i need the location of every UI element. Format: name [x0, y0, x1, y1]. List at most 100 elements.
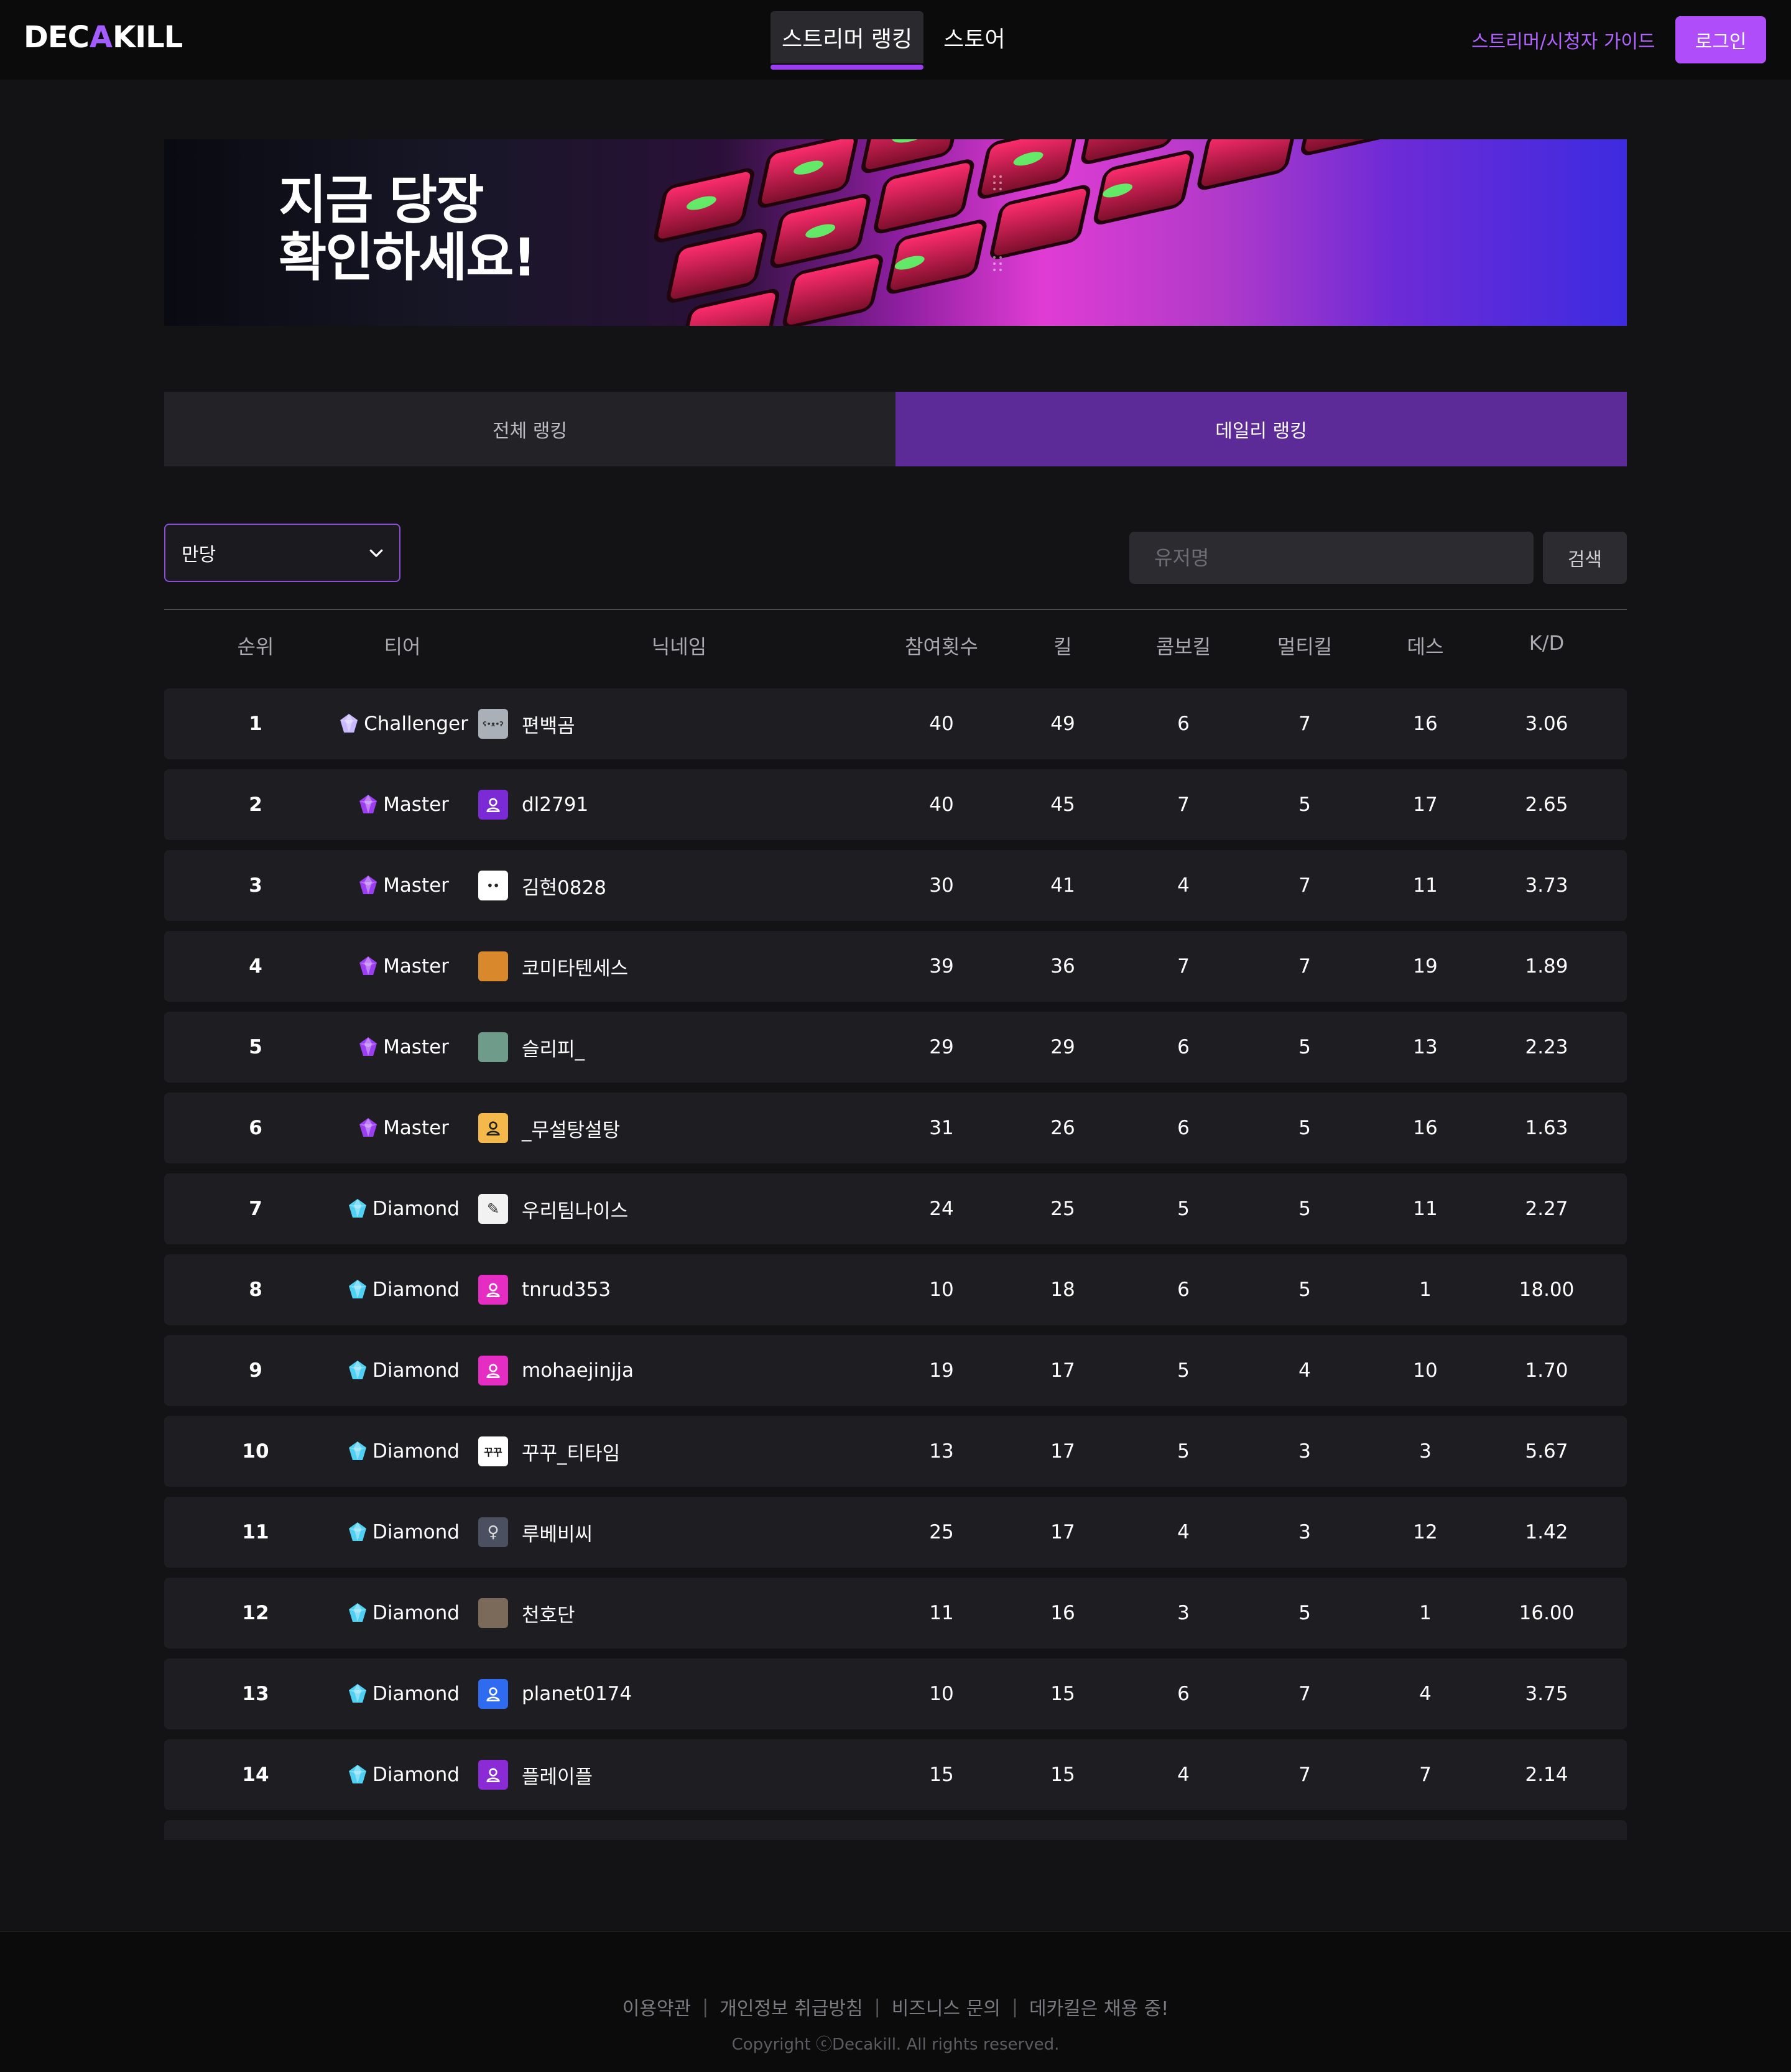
avatar-image: ✎	[486, 1200, 500, 1218]
cell-multi-kills: 3	[1298, 1521, 1311, 1543]
cell-kills: 45	[1050, 793, 1075, 816]
cell-tier: Diamond	[345, 1416, 460, 1487]
username-search-input[interactable]	[1129, 532, 1534, 584]
tab-overall-ranking[interactable]: 전체 랭킹	[164, 392, 895, 466]
cell-multi-kills: 5	[1298, 1279, 1311, 1301]
cell-nickname[interactable]: 코미타텐세스	[478, 931, 628, 1002]
table-row[interactable]: 10 Diamond 꾸꾸 꾸꾸_티타임 13 17 5 3 3 5.67	[164, 1416, 1627, 1487]
cell-kd: 14.00	[1519, 1820, 1575, 1840]
cell-nickname[interactable]: planet0174	[478, 1658, 632, 1729]
cell-deaths: 1	[1419, 1279, 1432, 1301]
cell-nickname[interactable]: ʕ•ᴥ•ʔ 편백곰	[478, 688, 575, 759]
footer-link-business[interactable]: 비즈니스 문의	[892, 1993, 1001, 2020]
avatar	[478, 1275, 508, 1305]
cell-rank: 12	[242, 1602, 269, 1624]
cell-nickname[interactable]: ♀ 루베비씨	[478, 1497, 593, 1568]
cell-kills: 26	[1050, 1117, 1075, 1139]
table-row[interactable]: 1 Challenger ʕ•ᴥ•ʔ 편백곰 40 49 6 7 16 3.06	[164, 688, 1627, 759]
cell-kills: 36	[1050, 955, 1075, 978]
nickname-text: 천호단	[522, 1604, 575, 1627]
cell-tier: Diamond	[345, 1578, 460, 1649]
cell-nickname[interactable]: 천호단	[478, 1578, 575, 1649]
table-row[interactable]: 13 Diamond planet0174 10 15 6 7 4 3.75	[164, 1658, 1627, 1729]
table-row[interactable]: 2 Master dl2791 40 45 7 5 17 2.65	[164, 769, 1627, 840]
avatar	[478, 951, 508, 981]
cell-combo-kills: 6	[1177, 1117, 1190, 1139]
nav-tab-streamer-ranking[interactable]: 스트리머 랭킹	[771, 11, 924, 70]
tier-label: Diamond	[373, 1359, 460, 1382]
tier-label: Diamond	[373, 1521, 460, 1543]
cell-combo-kills: 7	[1177, 955, 1190, 978]
table-row[interactable]: 12 Diamond 천호단 11 16 3 5 1 16.00	[164, 1578, 1627, 1649]
tier-gem-icon	[359, 795, 377, 813]
table-row[interactable]: 8 Diamond tnrud353 10 18 6 5 1 18.00	[164, 1254, 1627, 1325]
cell-kills: 14	[1050, 1820, 1075, 1840]
cell-kills: 15	[1050, 1683, 1075, 1705]
cell-nickname[interactable]: •• 김현0828	[478, 850, 606, 921]
cell-nickname[interactable]: 꾸꾸 꾸꾸_티타임	[478, 1416, 620, 1487]
cell-deaths: 1	[1419, 1820, 1432, 1840]
guide-link[interactable]: 스트리머/시청자 가이드	[1471, 26, 1655, 53]
cell-multi-kills: 7	[1298, 1683, 1311, 1705]
avatar-image: ʕ•ᴥ•ʔ	[483, 719, 504, 728]
cell-rank: 7	[249, 1198, 262, 1220]
cell-nickname[interactable]: 양아람	[478, 1820, 575, 1840]
table-row[interactable]: 6 Master _무설탕설탕 31 26 6 5 16 1.63	[164, 1093, 1627, 1163]
footer-link-careers[interactable]: 데카킬은 채용 중!	[1029, 1993, 1169, 2020]
search-button[interactable]: 검색	[1543, 532, 1627, 584]
table-row[interactable]: 9 Diamond mohaejinjja 19 17 5 4 10 1.70	[164, 1335, 1627, 1406]
cell-rank: 4	[249, 955, 262, 978]
table-row[interactable]: 14 Diamond 플레이플 15 15 4 7 7 2.14	[164, 1739, 1627, 1810]
login-button[interactable]: 로그인	[1675, 16, 1766, 63]
cell-combo-kills: 5	[1177, 1440, 1190, 1463]
tier-label: Master	[383, 1117, 449, 1139]
table-row[interactable]: 15 Diamond 양아람 8 14 6 5 1 14.00	[164, 1820, 1627, 1840]
avatar	[478, 1113, 508, 1143]
table-row[interactable]: 3 Master •• 김현0828 30 41 4 7 11 3.73	[164, 850, 1627, 921]
cell-participations: 10	[929, 1279, 954, 1301]
avatar-image: ♀	[487, 1523, 499, 1542]
cell-kd: 1.42	[1525, 1521, 1568, 1543]
cell-nickname[interactable]: mohaejinjja	[478, 1335, 634, 1406]
cell-nickname[interactable]: _무설탕설탕	[478, 1093, 620, 1163]
banner-headline: 지금 당장 확인하세요!	[279, 172, 537, 286]
cell-kills: 29	[1050, 1036, 1075, 1058]
cell-nickname[interactable]: 플레이플	[478, 1739, 593, 1810]
streamer-filter-select[interactable]: 만당	[164, 524, 400, 582]
table-row[interactable]: 4 Master 코미타텐세스 39 36 7 7 19 1.89	[164, 931, 1627, 1002]
cell-nickname[interactable]: tnrud353	[478, 1254, 611, 1325]
cell-kd: 3.75	[1525, 1683, 1568, 1705]
footer-link-terms[interactable]: 이용약관	[622, 1993, 691, 2020]
ranking-tabs: 전체 랭킹 데일리 랭킹	[164, 392, 1627, 466]
avatar	[478, 1032, 508, 1062]
cell-multi-kills: 5	[1298, 793, 1311, 816]
cell-rank: 10	[242, 1440, 269, 1463]
nav-tab-store[interactable]: 스토어	[932, 11, 1016, 63]
tab-daily-ranking[interactable]: 데일리 랭킹	[895, 392, 1627, 466]
promo-banner[interactable]: 지금 당장 확인하세요!	[164, 139, 1627, 326]
decakill-logo[interactable]: DEC A KILL	[24, 20, 183, 55]
cell-participations: 40	[929, 713, 954, 735]
cell-kd: 2.27	[1525, 1198, 1568, 1220]
cell-nickname[interactable]: 슬리피_	[478, 1012, 585, 1083]
cell-tier: Challenger	[336, 688, 468, 759]
tier-gem-icon	[359, 956, 377, 975]
cell-combo-kills: 7	[1177, 793, 1190, 816]
main-nav: 스트리머 랭킹 스토어	[771, 11, 1017, 70]
cell-rank: 1	[249, 713, 262, 735]
cell-tier: Diamond	[345, 1254, 460, 1325]
cell-kd: 1.63	[1525, 1117, 1568, 1139]
table-row[interactable]: 7 Diamond ✎ 우리팀나이스 24 25 5 5 11 2.27	[164, 1173, 1627, 1244]
cell-nickname[interactable]: ✎ 우리팀나이스	[478, 1173, 628, 1244]
cell-tier: Master	[356, 931, 449, 1002]
tier-gem-icon	[349, 1684, 367, 1703]
table-row[interactable]: 5 Master 슬리피_ 29 29 6 5 13 2.23	[164, 1012, 1627, 1083]
footer-link-privacy[interactable]: 개인정보 취급방침	[720, 1993, 863, 2020]
table-row[interactable]: 11 Diamond ♀ 루베비씨 25 17 4 3 12 1.42	[164, 1497, 1627, 1568]
cell-kd: 2.65	[1525, 793, 1568, 816]
cell-combo-kills: 6	[1177, 1036, 1190, 1058]
cell-kd: 2.23	[1525, 1036, 1568, 1058]
cell-nickname[interactable]: dl2791	[478, 769, 588, 840]
cell-tier: Master	[356, 1012, 449, 1083]
tier-gem-icon	[349, 1441, 367, 1460]
